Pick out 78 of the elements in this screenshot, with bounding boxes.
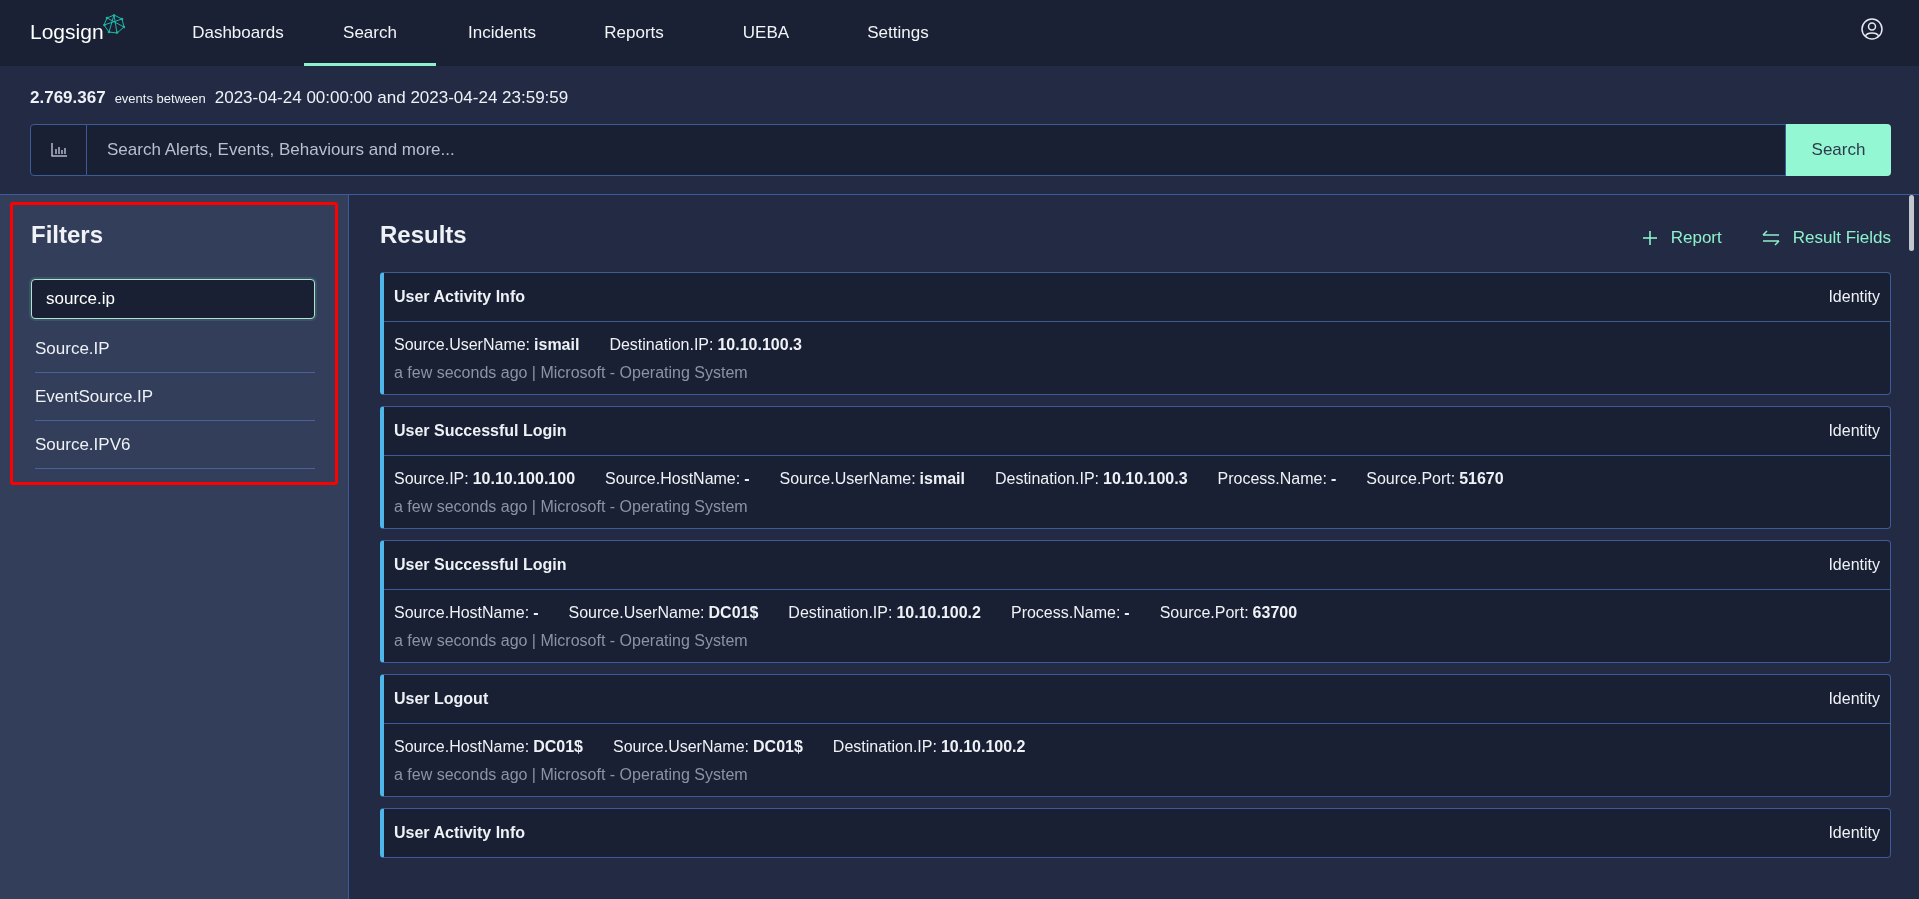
field-label: Source.Port: xyxy=(1366,470,1456,487)
bar-chart-icon xyxy=(50,143,67,157)
filter-search-field[interactable]: source.ip xyxy=(31,279,315,319)
field-value: 10.10.100.100 xyxy=(472,470,576,487)
nav-tab[interactable]: Settings xyxy=(832,0,964,66)
nav-tab[interactable]: UEBA xyxy=(700,0,832,66)
field-value: 10.10.100.2 xyxy=(896,604,981,621)
field-value: - xyxy=(1330,470,1337,487)
field-label: Process.Name: xyxy=(1217,470,1327,487)
field-label: Source.HostName: xyxy=(394,738,530,755)
search-field[interactable]: Search Alerts, Events, Behaviours and more... xyxy=(87,124,1786,176)
field-label: Source.UserName: xyxy=(568,604,705,621)
event-category: Identity xyxy=(1828,288,1880,306)
event-count: 2.769.367 xyxy=(30,88,106,108)
plus-icon xyxy=(1641,230,1658,246)
filter-option[interactable]: EventSource.IP xyxy=(35,373,315,421)
logo-text[interactable]: Logsign xyxy=(30,20,104,44)
event-category: Identity xyxy=(1828,690,1880,708)
result-card[interactable]: User Logout Identity Source.HostName: DC01$ Source.UserName: DC01$ Destination.IP: 10.10.100.2 a few seconds ago | Microsoft - Operating System xyxy=(380,674,1891,797)
field-value: 10.10.100.2 xyxy=(940,738,1026,755)
field-value: DC01$ xyxy=(533,738,583,755)
filter-option[interactable]: Source.IP xyxy=(35,325,315,373)
action-link[interactable]: Result Fields xyxy=(1761,228,1891,248)
field-value: - xyxy=(1124,604,1130,621)
event-title: User Logout xyxy=(394,690,489,708)
network-logo-icon xyxy=(102,14,125,34)
date-range: 2023-04-24 00:00:00 and 2023-04-24 23:59:59 xyxy=(214,88,569,108)
field-label: Destination.IP: xyxy=(994,470,1099,487)
event-category: Identity xyxy=(1828,556,1880,574)
field-label: Source.HostName: xyxy=(605,470,741,487)
result-card[interactable] xyxy=(380,406,1891,529)
event-title: User Activity Info xyxy=(394,824,525,842)
field-label: Destination.IP: xyxy=(788,604,893,621)
result-card[interactable]: User Activity Info Identity xyxy=(380,808,1891,858)
field-value: DC01$ xyxy=(708,604,759,621)
events-between-label: events between xyxy=(114,91,206,106)
field-label: Process.Name: xyxy=(1010,604,1121,621)
event-title: User Successful Login xyxy=(394,556,567,574)
field-label: Destination.IP: xyxy=(609,336,714,353)
field-value: - xyxy=(533,604,539,621)
field-label: Source.IP: xyxy=(394,470,469,487)
swap-arrows-icon xyxy=(1761,230,1780,246)
field-value: ismail xyxy=(534,336,580,353)
scrollbar-thumb[interactable] xyxy=(1908,195,1914,251)
field-label: Source.UserName: xyxy=(394,336,531,353)
event-source-meta: a few seconds ago | Microsoft - Operating System xyxy=(394,631,749,651)
event-title: User Successful Login xyxy=(394,422,567,440)
event-source-meta: a few seconds ago | Microsoft - Operating System xyxy=(394,363,749,383)
field-label: Destination.IP: xyxy=(832,738,937,755)
event-source-meta: a few seconds ago | Microsoft - Operating System xyxy=(394,497,749,517)
field-label: Source.UserName: xyxy=(613,738,750,755)
action-link[interactable]: Report xyxy=(1641,228,1722,248)
results-heading: Results xyxy=(380,221,467,249)
event-source-meta: a few seconds ago | Microsoft - Operating System xyxy=(394,765,749,785)
user-account-icon[interactable] xyxy=(1861,18,1883,40)
search-button[interactable]: Search xyxy=(1786,124,1891,176)
field-value: 10.10.100.3 xyxy=(1103,470,1188,487)
result-card[interactable]: User Successful Login Identity Source.HostName: - Source.UserName: DC01$ Destination.IP: 10.10.100.2 Process.Name: - Source.Port: 63700 a few seconds ago | Microsoft - Operating System xyxy=(380,540,1891,663)
event-category: Identity xyxy=(1828,824,1880,842)
filter-option[interactable]: Source.IPV6 xyxy=(35,421,315,469)
field-value: DC01$ xyxy=(753,738,803,755)
nav-tab[interactable]: Dashboards xyxy=(172,0,304,66)
result-card[interactable]: User Activity Info Identity Source.UserName: ismail Destination.IP: 10.10.100.3 a few seconds ago | Microsoft - Operating System xyxy=(380,272,1891,395)
field-value: 51670 xyxy=(1459,470,1504,487)
filters-heading: Filters xyxy=(31,221,105,249)
event-category: Identity xyxy=(1828,422,1880,440)
field-value: 10.10.100.3 xyxy=(717,336,802,353)
field-label: Source.HostName: xyxy=(394,604,530,621)
chart-toggle-button[interactable] xyxy=(30,124,87,176)
event-title: User Activity Info xyxy=(394,288,525,306)
nav-tab[interactable]: Reports xyxy=(568,0,700,66)
field-value: ismail xyxy=(919,470,965,487)
field-value: - xyxy=(744,470,750,487)
nav-tab[interactable]: Search xyxy=(304,0,436,66)
field-value: 63700 xyxy=(1252,604,1298,621)
field-label: Source.UserName: xyxy=(779,470,916,487)
field-label: Source.Port: xyxy=(1159,604,1249,621)
nav-tab[interactable]: Incidents xyxy=(436,0,568,66)
